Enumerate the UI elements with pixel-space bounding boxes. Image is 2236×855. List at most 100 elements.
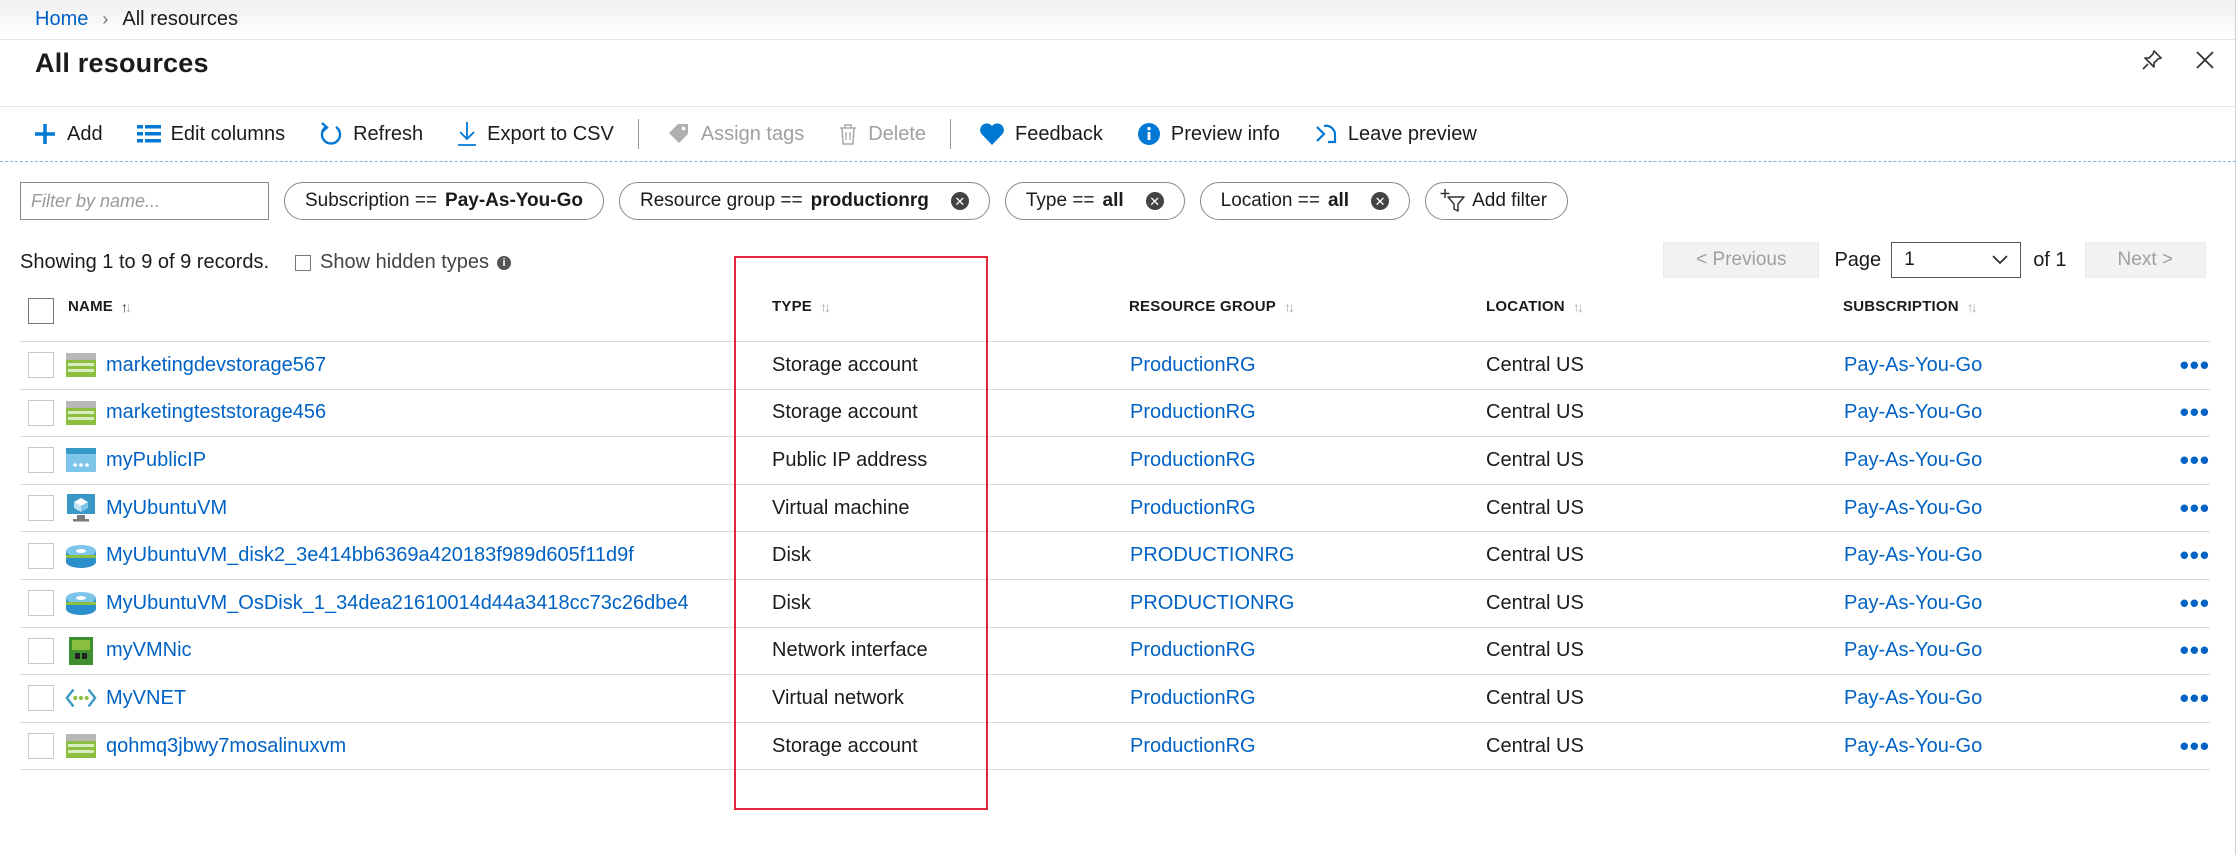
table-row[interactable]: marketingteststorage456 Storage account Pr… [20, 390, 2210, 438]
chevron-down-icon [1992, 255, 2008, 265]
more-options-icon[interactable]: ••• [2180, 532, 2210, 579]
table-row[interactable]: qohmq3jbwy7mosalinuxvm Storage account Pro… [20, 723, 2210, 771]
close-icon[interactable] [2194, 49, 2216, 71]
add-button[interactable]: Add [33, 122, 103, 146]
resource-name-link[interactable]: myVMNic [106, 628, 192, 675]
subscription-link[interactable]: Pay-As-You-Go [1844, 532, 1982, 579]
column-header-type[interactable]: TYPE ↑↓ [772, 298, 831, 315]
column-header-resource-group[interactable]: RESOURCE GROUP ↑↓ [1129, 298, 1295, 315]
previous-page-button[interactable]: < Previous [1663, 242, 1820, 278]
subscription-link[interactable]: Pay-As-You-Go [1844, 675, 1982, 722]
add-filter-button[interactable]: Add filter [1425, 182, 1569, 220]
resource-name-link[interactable]: marketingdevstorage567 [106, 342, 326, 389]
table-row[interactable]: MyVNET Virtual network ProductionRG Central… [20, 675, 2210, 723]
table-row[interactable]: MyUbuntuVM_OsDisk_1_34dea21610014d44a341… [20, 580, 2210, 628]
more-options-icon[interactable]: ••• [2180, 675, 2210, 722]
remove-filter-icon[interactable]: ✕ [950, 192, 969, 210]
more-options-icon[interactable]: ••• [2180, 437, 2210, 484]
leave-preview-button[interactable]: Leave preview [1314, 121, 1477, 147]
subscription-link[interactable]: Pay-As-You-Go [1844, 342, 1982, 389]
resource-group-link[interactable]: ProductionRG [1130, 342, 1256, 389]
row-checkbox[interactable] [28, 590, 54, 617]
subscription-link[interactable]: Pay-As-You-Go [1844, 437, 1982, 484]
subscription-link[interactable]: Pay-As-You-Go [1844, 628, 1982, 675]
more-options-icon[interactable]: ••• [2180, 485, 2210, 532]
export-csv-button[interactable]: Export to CSV [457, 121, 614, 147]
table-row[interactable]: marketingdevstorage567 Storage account Pro… [20, 342, 2210, 390]
resource-group-filter-label: Resource group == [639, 190, 803, 211]
refresh-button[interactable]: Refresh [319, 121, 423, 147]
subscription-link[interactable]: Pay-As-You-Go [1844, 390, 1982, 437]
virtual-machine-icon [65, 494, 97, 522]
records-count: Showing 1 to 9 of 9 records. [20, 251, 270, 273]
filter-by-name-input[interactable] [20, 182, 269, 220]
preview-info-button[interactable]: Preview info [1137, 122, 1280, 146]
more-options-icon[interactable]: ••• [2180, 723, 2210, 770]
subscription-filter-pill[interactable]: Subscription == Pay-As-You-Go [284, 182, 604, 220]
resource-group-link[interactable]: ProductionRG [1130, 437, 1256, 484]
remove-filter-icon[interactable]: ✕ [1145, 192, 1164, 210]
remove-filter-icon[interactable]: ✕ [1371, 192, 1390, 210]
row-checkbox[interactable] [28, 685, 54, 712]
row-checkbox-cell [28, 437, 54, 484]
resource-icon-cell [65, 723, 97, 770]
row-checkbox[interactable] [28, 399, 54, 426]
assign-tags-button[interactable]: Assign tags [667, 122, 804, 146]
column-header-name[interactable]: NAME ↑↓ [68, 298, 132, 315]
resource-group-link[interactable]: ProductionRG [1130, 390, 1256, 437]
resource-group-link[interactable]: ProductionRG [1130, 485, 1256, 532]
row-checkbox[interactable] [28, 447, 54, 474]
row-checkbox[interactable] [28, 733, 54, 760]
table-row[interactable]: MyUbuntuVM_disk2_3e414bb6369a420183f989d… [20, 532, 2210, 580]
resource-group-link[interactable]: PRODUCTIONRG [1130, 532, 1294, 579]
edit-columns-button[interactable]: Edit columns [136, 123, 285, 146]
row-checkbox[interactable] [28, 637, 54, 664]
resource-type: Disk [772, 591, 811, 614]
feedback-button[interactable]: Feedback [979, 122, 1103, 146]
table-row[interactable]: MyUbuntuVM Virtual machine ProductionRG Cen… [20, 485, 2210, 533]
next-page-button[interactable]: Next > [2084, 242, 2206, 278]
resource-name-link[interactable]: myPublicIP [106, 437, 206, 484]
resource-group-filter-pill[interactable]: Resource group == productionrg ✕ [618, 182, 990, 220]
resource-icon-cell [65, 580, 97, 627]
type-filter-pill[interactable]: Type == all ✕ [1004, 182, 1185, 220]
table-row[interactable]: myVMNic Network interface ProductionRG Cent… [20, 628, 2210, 676]
delete-button[interactable]: Delete [838, 123, 926, 146]
table-row[interactable]: myPublicIP Public IP address ProductionRG C… [20, 437, 2210, 485]
location-filter-pill[interactable]: Location == all ✕ [1199, 182, 1411, 220]
resource-type: Public IP address [772, 448, 928, 471]
resource-name-link[interactable]: MyUbuntuVM_disk2_3e414bb6369a420183f989d… [106, 532, 634, 579]
row-checkbox[interactable] [28, 495, 54, 522]
info-icon[interactable]: i [497, 255, 512, 270]
resource-group-filter-value: productionrg [810, 190, 929, 211]
resource-group-link[interactable]: PRODUCTIONRG [1130, 580, 1294, 627]
more-options-icon[interactable]: ••• [2180, 390, 2210, 437]
pin-icon[interactable] [2140, 48, 2164, 72]
subscription-link[interactable]: Pay-As-You-Go [1844, 723, 1982, 770]
resource-name-link[interactable]: MyUbuntuVM_OsDisk_1_34dea21610014d44a341… [106, 580, 689, 627]
resource-group-link[interactable]: ProductionRG [1130, 723, 1256, 770]
page-select[interactable]: 1 [1891, 242, 2022, 278]
subscription-link[interactable]: Pay-As-You-Go [1844, 485, 1982, 532]
more-options-icon[interactable]: ••• [2180, 628, 2210, 675]
subscription-link[interactable]: Pay-As-You-Go [1844, 580, 1982, 627]
more-options-icon[interactable]: ••• [2180, 580, 2210, 627]
more-options-icon[interactable]: ••• [2180, 342, 2210, 389]
resource-group-link[interactable]: ProductionRG [1130, 628, 1256, 675]
row-checkbox[interactable] [28, 542, 54, 569]
column-header-subscription[interactable]: SUBSCRIPTION ↑↓ [1843, 298, 1978, 315]
resource-group-link[interactable]: ProductionRG [1130, 675, 1256, 722]
heart-icon [980, 123, 1004, 145]
virtual-network-icon [65, 684, 97, 712]
resource-name-link[interactable]: marketingteststorage456 [106, 390, 326, 437]
select-all-checkbox[interactable] [28, 298, 54, 324]
column-header-location[interactable]: LOCATION ↑↓ [1486, 298, 1584, 315]
show-hidden-types-checkbox[interactable] [295, 254, 312, 271]
resource-location: Central US [1486, 544, 1584, 567]
resource-name-link[interactable]: MyUbuntuVM [106, 485, 227, 532]
location-filter-value: all [1327, 190, 1350, 211]
resource-name-link[interactable]: MyVNET [106, 675, 186, 722]
breadcrumb-home[interactable]: Home [35, 8, 88, 31]
row-checkbox[interactable] [28, 352, 54, 379]
resource-name-link[interactable]: qohmq3jbwy7mosalinuxvm [106, 723, 346, 770]
